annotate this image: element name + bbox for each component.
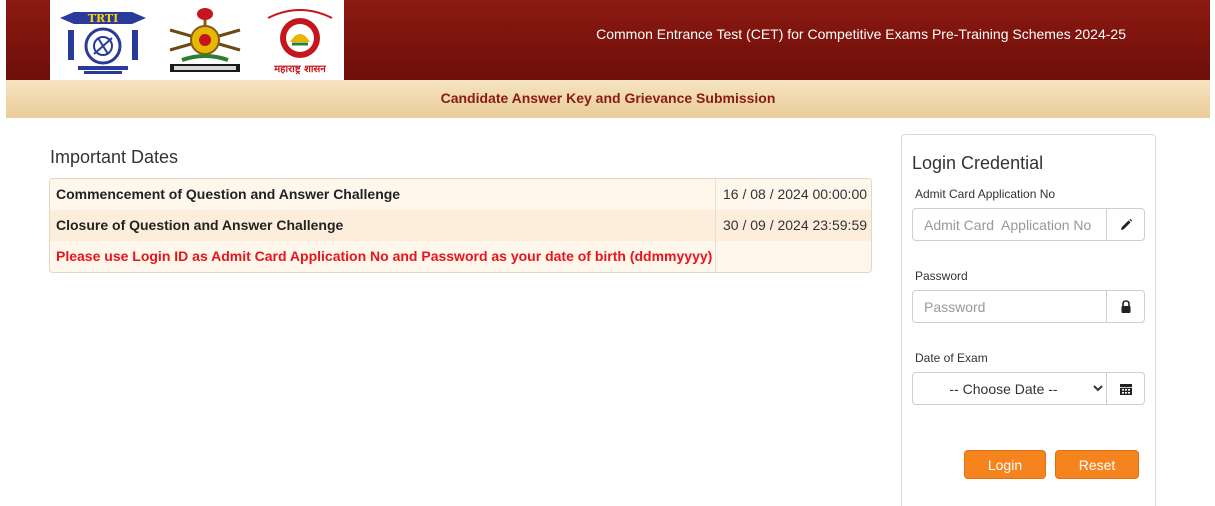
login-button[interactable]: Login — [964, 450, 1046, 479]
table-row: Closure of Question and Answer Challenge… — [50, 210, 871, 241]
table-row: Please use Login ID as Admit Card Applic… — [50, 241, 871, 272]
svg-text:TRTI: TRTI — [88, 12, 118, 25]
site-header: TRTI महाराष्ट्र शासन Common Entrance Tes… — [6, 0, 1210, 80]
exam-date-select[interactable]: -- Choose Date -- — [913, 373, 1106, 404]
application-no-label: Admit Card Application No — [915, 187, 1056, 201]
logo-strip: TRTI महाराष्ट्र शासन — [50, 0, 344, 80]
important-dates-table: Commencement of Question and Answer Chal… — [49, 178, 872, 273]
subheader-bar: Candidate Answer Key and Grievance Submi… — [6, 80, 1210, 118]
application-no-input[interactable] — [913, 209, 1106, 240]
reset-button[interactable]: Reset — [1055, 450, 1139, 479]
section-title: Candidate Answer Key and Grievance Submi… — [440, 90, 776, 106]
date-label: Commencement of Question and Answer Chal… — [50, 179, 716, 210]
login-panel: Login Credential Admit Card Application … — [901, 134, 1156, 506]
date-value: 16 / 08 / 2024 00:00:00 — [723, 186, 868, 202]
date-value: 30 / 09 / 2024 23:59:59 — [723, 217, 868, 233]
exam-date-group: -- Choose Date -- — [912, 372, 1145, 405]
empty-cell — [716, 241, 871, 272]
login-title: Login Credential — [912, 153, 1044, 173]
date-label: Closure of Question and Answer Challenge — [50, 210, 716, 241]
page-header-title: Common Entrance Test (CET) for Competiti… — [596, 26, 1126, 42]
table-row: Commencement of Question and Answer Chal… — [50, 179, 871, 210]
login-instruction-note: Please use Login ID as Admit Card Applic… — [50, 241, 716, 272]
pencil-icon — [1106, 209, 1144, 240]
password-group — [912, 290, 1145, 323]
calendar-icon — [1106, 373, 1144, 404]
exam-date-label: Date of Exam — [915, 351, 988, 365]
tribal-emblem-logo — [169, 8, 241, 72]
maharashtra-govt-logo: महाराष्ट्र शासन — [267, 9, 333, 75]
lock-icon — [1106, 291, 1144, 322]
password-input[interactable] — [913, 291, 1106, 322]
maharashtra-logo-text: महाराष्ट्र शासन — [273, 64, 326, 75]
trti-logo: TRTI — [60, 12, 146, 74]
application-no-group — [912, 208, 1145, 241]
password-label: Password — [915, 269, 968, 283]
important-dates-heading: Important Dates — [50, 147, 179, 167]
